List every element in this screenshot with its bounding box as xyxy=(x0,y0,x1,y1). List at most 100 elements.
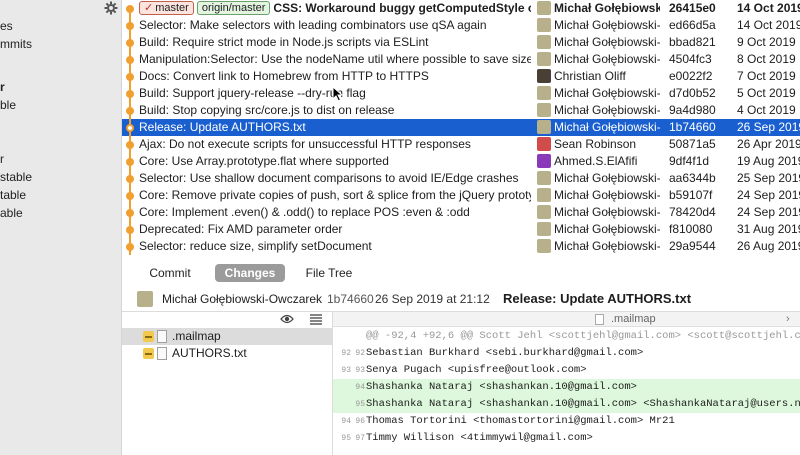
sidebar-item-table-3[interactable]: able xyxy=(0,206,23,220)
commit-author: Michał Gołębiowski-Owczarek xyxy=(162,292,323,306)
commit-row[interactable]: Deprecated: Fix AMD parameter order Micha… xyxy=(122,221,800,238)
local-branch-tag[interactable]: ✓ master xyxy=(139,1,194,15)
diff-file-name: .mailmap xyxy=(611,313,656,325)
file-row[interactable]: .mailmap xyxy=(122,328,333,345)
new-line-number: 94 xyxy=(355,383,365,392)
avatar xyxy=(537,86,551,100)
diff-line[interactable]: 95 97 Timmy Willison <4timmywil@gmail.com> xyxy=(333,430,800,447)
diff-line[interactable]: 93 93 Senya Pugach <upisfree@outlook.com> xyxy=(333,362,800,379)
graph-node-icon xyxy=(126,243,134,251)
new-line-number: 93 xyxy=(355,366,365,375)
sidebar-item-section-2[interactable]: r xyxy=(0,152,4,166)
diff-hunk-header[interactable]: @@ -92,4 +92,6 @@ Scott Jehl <scottjehl@… xyxy=(333,328,800,345)
tab-file-tree[interactable]: File Tree xyxy=(296,264,362,282)
graph-node-icon xyxy=(126,56,134,64)
diff-line-text: Timmy Willison <4timmywil@gmail.com> xyxy=(366,432,593,444)
diff-line[interactable]: 94 96 Thomas Tortorini <thomastortorini@gm… xyxy=(333,413,800,430)
tab-changes[interactable]: Changes xyxy=(215,264,285,282)
commit-author: Michał Gołębiowski-… xyxy=(554,18,660,32)
avatar xyxy=(537,154,551,168)
commit-subject-text: Core: Remove private copies of push, sor… xyxy=(139,188,531,202)
commit-sha[interactable]: 1b74660 xyxy=(327,287,374,311)
graph-node-icon xyxy=(126,175,134,183)
tab-commit[interactable]: Commit xyxy=(134,264,206,282)
commit-row[interactable]: Selector: reduce size, simplify setDocum… xyxy=(122,238,800,255)
commit-subject-text: Build: Require strict mode in Node.js sc… xyxy=(139,35,429,49)
sidebar-item-table-2[interactable]: table xyxy=(0,188,26,202)
commit-row[interactable]: Build: Stop copying src/core.js to dist … xyxy=(122,102,800,119)
commit-row[interactable]: Release: Update AUTHORS.txt Michał Gołębi… xyxy=(122,119,800,136)
commit-row[interactable]: Core: Remove private copies of push, sor… xyxy=(122,187,800,204)
commit-date: 26 Apr 2019 xyxy=(737,137,800,151)
commit-author: Michał Gołębiowski-… xyxy=(554,35,660,49)
diff-line-text: Thomas Tortorini <thomastortorini@gmail.… xyxy=(366,415,675,427)
commit-subject: Selector: Make selectors with leading co… xyxy=(139,17,531,34)
diff-line-text: Shashanka Nataraj <shashankan.10@gmail.c… xyxy=(366,381,637,393)
commit-row[interactable]: Docs: Convert link to Homebrew from HTTP… xyxy=(122,68,800,85)
graph-node-icon xyxy=(126,158,134,166)
commit-subject: Manipulation:Selector: Use the nodeName … xyxy=(139,51,531,68)
new-line-number: 97 xyxy=(355,434,365,443)
sidebar-item-branches[interactable]: es xyxy=(0,19,13,33)
files-toolbar xyxy=(122,312,333,327)
changed-files-panel: .mailmap AUTHORS.txt xyxy=(122,312,333,455)
commit-row[interactable]: Ajax: Do not execute scripts for unsucce… xyxy=(122,136,800,153)
commit-sha: f810080 xyxy=(669,222,713,236)
commit-subject-text: Core: Use Array.prototype.flat where sup… xyxy=(139,154,389,168)
commit-date: 24 Sep 2019 xyxy=(737,188,800,202)
avatar xyxy=(537,35,551,49)
diff-line-added[interactable]: 94 Shashanka Nataraj <shashankan.10@gmail… xyxy=(333,379,800,396)
avatar xyxy=(537,69,551,83)
file-row[interactable]: AUTHORS.txt xyxy=(122,345,333,362)
commit-author: Ahmed.S.ElAfifi xyxy=(554,154,638,168)
diff-line-text: @@ -92,4 +92,6 @@ Scott Jehl <scottjehl@… xyxy=(366,330,800,342)
avatar xyxy=(537,188,551,202)
commit-subject-text: Ajax: Do not execute scripts for unsucce… xyxy=(139,137,471,151)
graph-node-icon xyxy=(126,22,134,30)
commit-sha: 26415e0 xyxy=(669,1,716,15)
gear-icon[interactable] xyxy=(104,1,118,15)
remote-branch-tag[interactable]: origin/master xyxy=(196,1,271,15)
eye-icon[interactable] xyxy=(280,313,294,325)
commit-date: 14 Oct 2019 xyxy=(737,1,800,15)
avatar xyxy=(537,120,551,134)
diff-line[interactable]: 92 92 Sebastian Burkhard <sebi.burkhard@gm… xyxy=(333,345,800,362)
graph-node-icon xyxy=(126,124,134,132)
commit-date: 4 Oct 2019 xyxy=(737,103,796,117)
commit-row[interactable]: Build: Require strict mode in Node.js sc… xyxy=(122,34,800,51)
diff-line-added[interactable]: 95 Shashanka Nataraj <shashankan.10@gmail… xyxy=(333,396,800,413)
diff-line-text: Shashanka Nataraj <shashankan.10@gmail.c… xyxy=(366,398,800,410)
commit-row[interactable]: Core: Implement .even() & .odd() to repl… xyxy=(122,204,800,221)
commit-subject: Ajax: Do not execute scripts for unsucce… xyxy=(139,136,531,153)
commit-subject: Build: Stop copying src/core.js to dist … xyxy=(139,102,531,119)
commit-date: 25 Sep 2019 xyxy=(737,171,800,185)
commit-subject-text: Manipulation:Selector: Use the nodeName … xyxy=(139,52,531,66)
sidebar-item-commits[interactable]: mmits xyxy=(0,37,32,51)
commit-row[interactable]: Manipulation:Selector: Use the nodeName … xyxy=(122,51,800,68)
commit-row[interactable]: Build: Support jquery-release --dry-run … xyxy=(122,85,800,102)
commit-subject: Core: Use Array.prototype.flat where sup… xyxy=(139,153,531,170)
commit-sha: 78420d4 xyxy=(669,205,716,219)
old-line-number: 92 xyxy=(341,349,351,358)
commit-date: 5 Oct 2019 xyxy=(737,86,796,100)
commit-subject-text: Selector: Use shallow document compariso… xyxy=(139,171,519,185)
commit-row[interactable]: Core: Use Array.prototype.flat where sup… xyxy=(122,153,800,170)
sidebar-item-table-1[interactable]: ble xyxy=(0,98,16,112)
sidebar-item-stable[interactable]: stable xyxy=(0,170,32,184)
list-view-icon[interactable] xyxy=(309,313,323,325)
commit-subject: Core: Implement .even() & .odd() to repl… xyxy=(139,204,531,221)
sidebar: es mmits r ble r stable table able xyxy=(0,0,122,455)
avatar xyxy=(537,103,551,117)
chevron-right-icon[interactable]: › xyxy=(786,312,790,327)
detail-tab-bar: Commit Changes File Tree xyxy=(122,262,800,284)
graph-node-icon xyxy=(126,5,134,13)
file-icon xyxy=(157,330,167,343)
commit-author: Michał Gołębiowski-… xyxy=(554,103,660,117)
new-line-number: 92 xyxy=(355,349,365,358)
commit-row[interactable]: Selector: Use shallow document compariso… xyxy=(122,170,800,187)
old-line-number: 94 xyxy=(341,417,351,426)
new-line-number: 96 xyxy=(355,417,365,426)
sidebar-item-section-1[interactable]: r xyxy=(0,80,5,94)
commit-row[interactable]: Selector: Make selectors with leading co… xyxy=(122,17,800,34)
commit-row[interactable]: ✓ master origin/master CSS: Workaround bugg… xyxy=(122,0,800,17)
